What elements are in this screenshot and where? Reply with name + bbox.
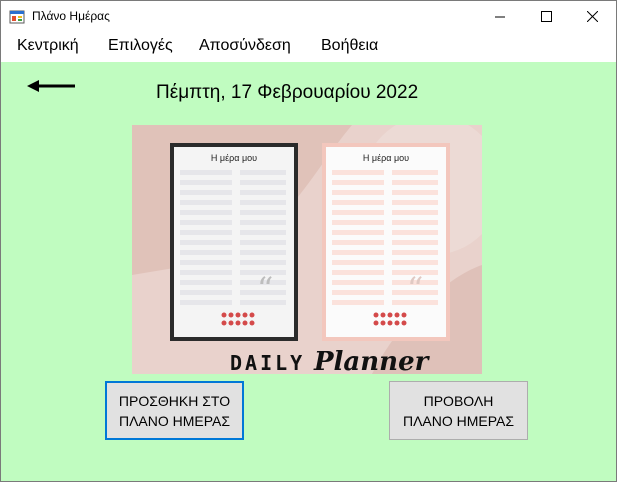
planner-task-line [332,290,384,295]
planner-task-line [332,270,384,275]
planner-hour-line [240,260,286,265]
minimize-icon [495,16,505,17]
add-button-line1: ΠΡΟΣΘΗΚΗ ΣΤΟ [118,392,231,409]
planner-hour-line [240,200,286,205]
planner-brand-script: Planner [313,347,431,374]
planner-task-line [180,250,232,255]
planner-hour-line [392,200,438,205]
planner-task-line [180,210,232,215]
planner-task-line [332,250,384,255]
planner-task-line [332,300,384,305]
planner-hour-line [240,210,286,215]
planner-hour-line [240,220,286,225]
planner-task-line [332,170,384,175]
planner-hour-line [240,190,286,195]
planner-task-line [180,290,232,295]
menu-home[interactable]: Κεντρική [15,37,81,55]
planner-task-line [180,170,232,175]
add-button-line2: ΠΛΑΝΟ ΗΜΕΡΑΣ [118,412,231,429]
maximize-button[interactable] [523,1,569,32]
close-button[interactable] [569,1,615,32]
maximize-icon [540,11,552,22]
planner-image: “ “ Η μέρα μου Η μέρα μου DAILY Planner [132,125,482,374]
planner-task-line [332,180,384,185]
planner-task-line [180,260,232,265]
menu-bar: Κεντρική Επιλογές Αποσύνδεση Βοήθεια [1,32,616,62]
planner-hour-line [392,190,438,195]
planner-task-line [332,210,384,215]
planner-task-line [332,230,384,235]
back-arrow-icon[interactable] [27,77,77,95]
planner-hour-line [240,250,286,255]
planner-hour-line [240,240,286,245]
planner-hour-line [392,220,438,225]
title-bar[interactable]: Πλάνο Ημέρας [1,1,616,32]
planner-illustration: “ “ Η μέρα μου Η μέρα μου DAILY Planner [132,125,482,374]
planner-task-line [332,240,384,245]
planner-hour-line [392,170,438,175]
planner-task-line [180,220,232,225]
planner-task-line [332,190,384,195]
planner-hour-line [392,180,438,185]
svg-text:“: “ [257,270,273,308]
view-button-line1: ΠΡΟΒΟΛΗ [423,392,494,409]
planner-task-line [332,260,384,265]
planner-hour-line [392,240,438,245]
planner-hour-line [240,230,286,235]
planner-hour-line [392,260,438,265]
planner-page-title-left: Η μέρα μου [211,153,257,163]
menu-logout[interactable]: Αποσύνδεση [197,37,293,55]
view-button-line2: ΠΛΑΝΟ ΗΜΕΡΑΣ [402,412,515,429]
planner-task-line [180,190,232,195]
app-icon [9,10,25,24]
planner-task-line [180,300,232,305]
view-plan-button[interactable]: ΠΡΟΒΟΛΗ ΠΛΑΝΟ ΗΜΕΡΑΣ [389,381,528,440]
planner-hour-line [392,250,438,255]
planner-task-line [332,220,384,225]
planner-hour-line [392,210,438,215]
planner-hour-line [392,230,438,235]
planner-task-line [332,200,384,205]
planner-task-line [180,200,232,205]
planner-task-line [180,280,232,285]
planner-task-line [180,240,232,245]
date-label: Πέμπτη, 17 Φεβρουαρίου 2022 [156,82,419,103]
close-icon [586,11,598,22]
app-window: Πλάνο Ημέρας Κεντρική Επιλογές Αποσύνδεσ… [0,0,617,482]
planner-task-line [180,230,232,235]
planner-hour-line [240,180,286,185]
svg-text:“: “ [407,270,423,308]
planner-page-title-right: Η μέρα μου [363,153,409,163]
planner-task-line [332,280,384,285]
planner-brand-daily: DAILY [230,351,305,374]
menu-help[interactable]: Βοήθεια [319,37,380,55]
menu-options[interactable]: Επιλογές [106,37,175,55]
window-title: Πλάνο Ημέρας [32,9,110,23]
minimize-button[interactable] [477,1,523,32]
add-to-plan-button[interactable]: ΠΡΟΣΘΗΚΗ ΣΤΟ ΠΛΑΝΟ ΗΜΕΡΑΣ [105,381,244,440]
planner-task-line [180,180,232,185]
planner-hour-line [240,170,286,175]
planner-task-line [180,270,232,275]
